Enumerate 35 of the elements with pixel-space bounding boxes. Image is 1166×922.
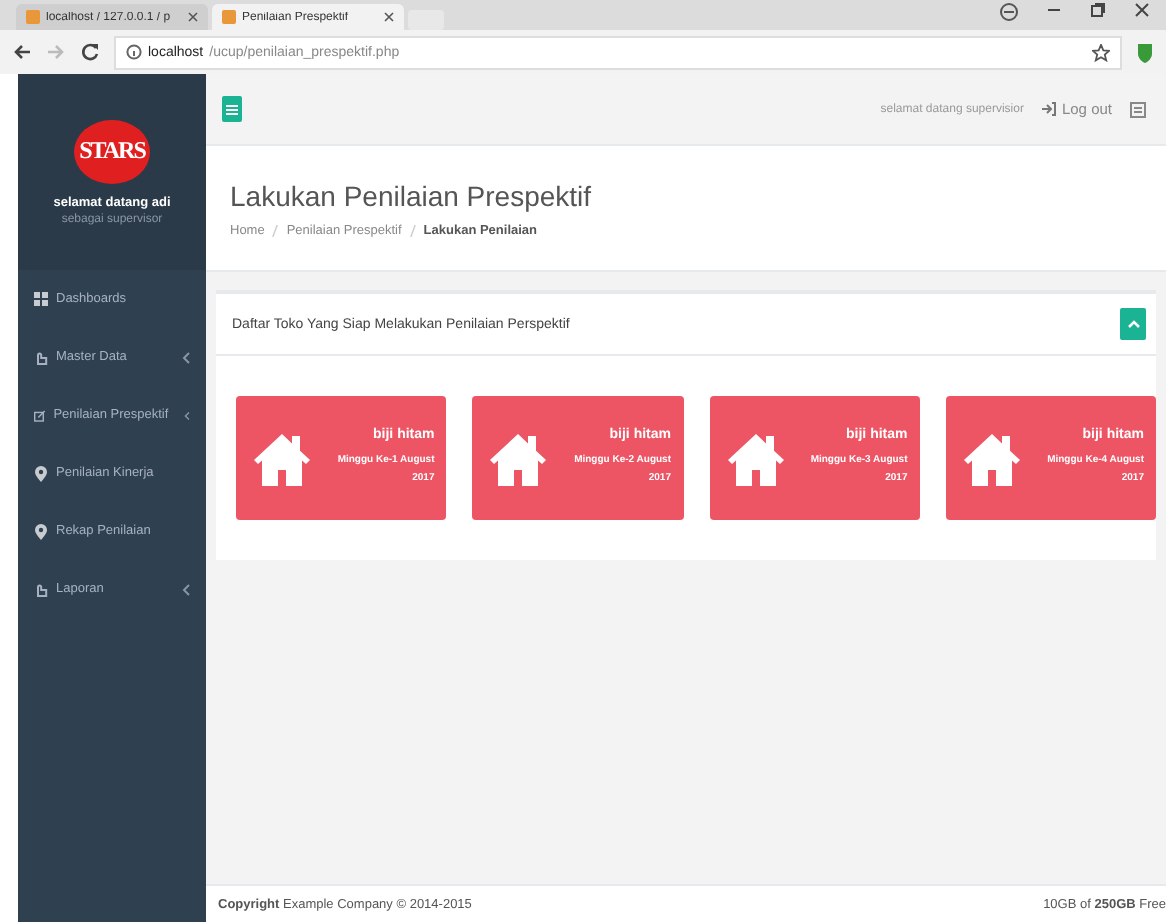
breadcrumb-separator [409,223,416,237]
close-tab-icon[interactable] [188,12,198,22]
favicon-icon [222,10,236,24]
sign-out-icon [1041,102,1056,116]
shield-icon[interactable] [1136,41,1154,63]
hand-icon [34,349,48,365]
pin-icon [34,523,48,539]
info-icon [126,44,142,60]
house-icon [725,430,785,486]
menu-button[interactable] [222,96,242,122]
favicon-icon [26,10,40,24]
breadcrumb-separator [272,223,279,237]
hand-icon [34,581,48,597]
edit-icon [34,407,46,423]
reload-icon[interactable] [80,42,100,62]
chevron-icon [182,351,190,363]
chevron-up-icon [1127,320,1139,328]
house-icon [488,430,549,486]
logo-badge: STARS [74,119,150,183]
star-icon[interactable] [1092,43,1110,61]
list-icon[interactable] [1130,101,1146,117]
chevron-icon [182,583,190,595]
chevron-icon [184,409,190,421]
house-icon [961,430,1022,486]
house-icon [252,430,312,486]
pin-icon [34,465,48,481]
restore-icon[interactable] [1090,2,1106,18]
close-tab-icon[interactable] [384,12,394,22]
account-icon[interactable] [1000,2,1018,22]
back-icon[interactable] [12,42,32,62]
page-title: Lakukan Penilaian Prespektif [230,179,594,211]
menu-icon [226,103,238,115]
close-icon[interactable] [1134,2,1150,18]
grid-icon [34,292,48,306]
collapse-button[interactable] [1120,308,1146,340]
